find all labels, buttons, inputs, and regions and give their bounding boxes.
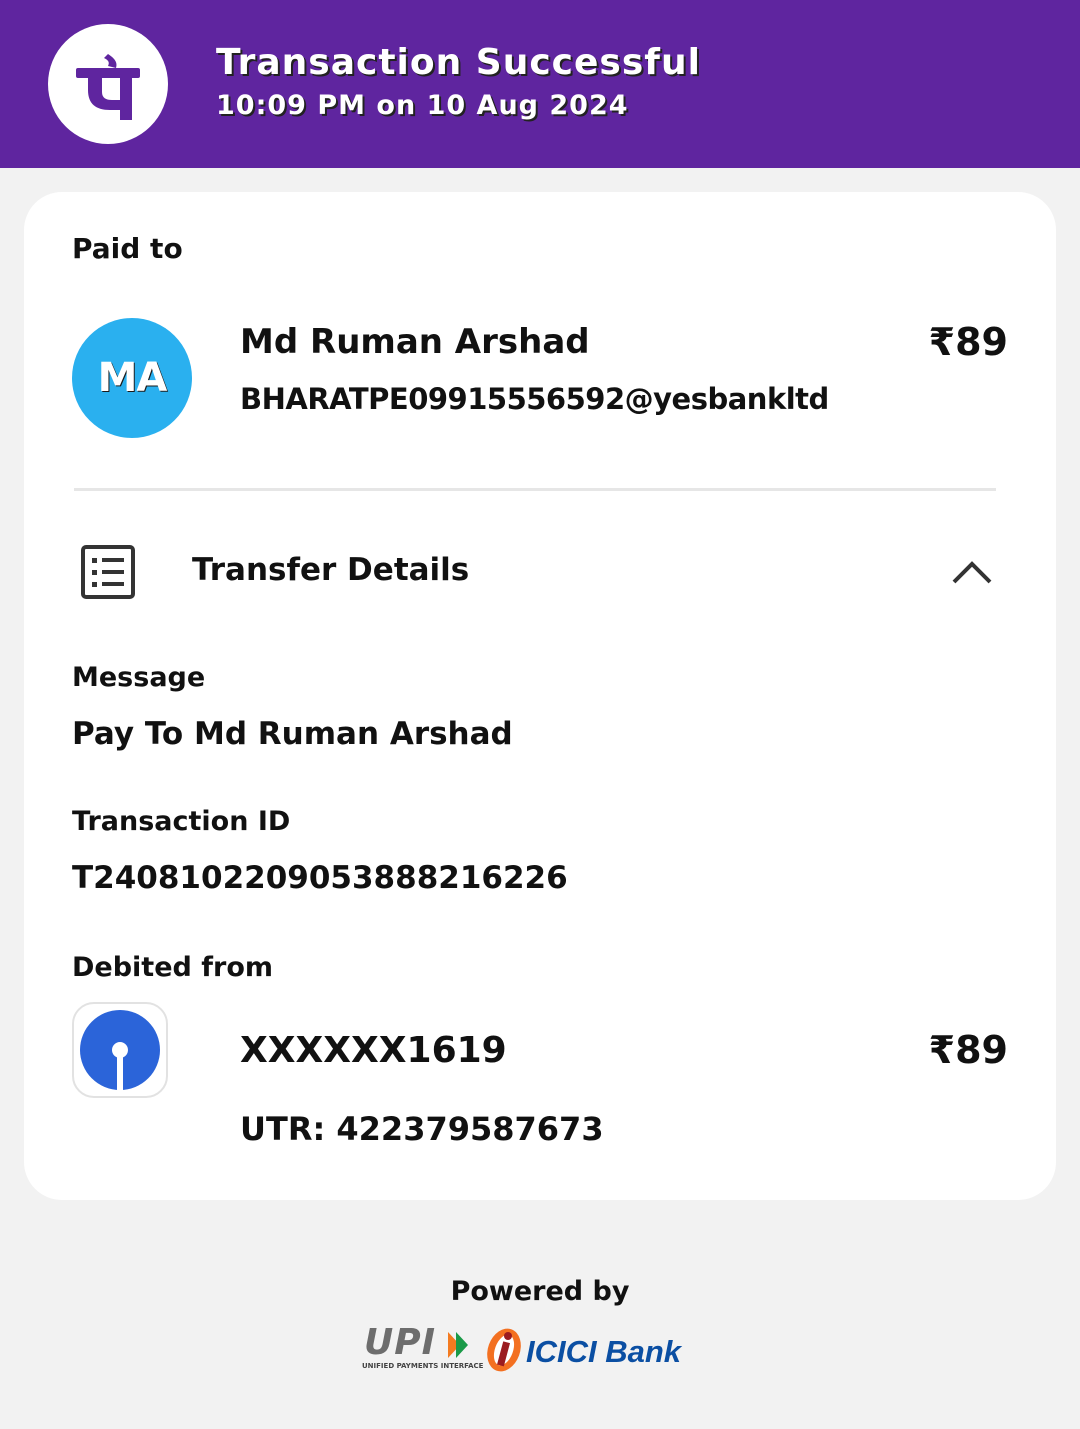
chevron-up-icon[interactable] (950, 556, 994, 586)
debit-account-number: XXXXXX1619 (240, 1030, 507, 1071)
message-label: Message (72, 662, 206, 693)
debited-from-label: Debited from (72, 952, 273, 983)
powered-by-label: Powered by (450, 1276, 630, 1307)
debit-amount: ₹89 (928, 1028, 1008, 1072)
transfer-details-title[interactable]: Transfer Details (192, 552, 469, 588)
upi-arrow-icon (448, 1332, 468, 1358)
transaction-id-label: Transaction ID (72, 806, 291, 837)
header-bar: Transaction Successful 10:09 PM on 10 Au… (0, 0, 1080, 168)
payee-name: Md Ruman Arshad (240, 322, 590, 362)
upi-logo-subtext: UNIFIED PAYMENTS INTERFACE (362, 1362, 484, 1370)
divider (74, 488, 996, 491)
icici-bank-name: ICICI Bank (526, 1334, 682, 1369)
message-value: Pay To Md Ruman Arshad (72, 716, 513, 752)
receipt-list-icon (81, 545, 135, 599)
transaction-card: Paid to MA Md Ruman Arshad BHARATPE09915… (24, 192, 1056, 1200)
icici-logo-icon (487, 1328, 521, 1372)
transaction-timestamp: 10:09 PM on 10 Aug 2024 (216, 90, 629, 121)
partner-logos: UPI UNIFIED PAYMENTS INTERFACE ICICI Ban… (360, 1322, 720, 1382)
payee-upi-id: BHARATPE09915556592@yesbankltd (240, 382, 829, 416)
upi-logo-text: UPI (364, 1322, 437, 1363)
paid-to-label: Paid to (72, 232, 183, 265)
upi-logo: UPI UNIFIED PAYMENTS INTERFACE (360, 1322, 483, 1372)
phonepe-logo-icon (48, 24, 168, 144)
sbi-bank-logo-icon (72, 1002, 168, 1098)
utr-number[interactable]: UTR: 422379587673 (240, 1110, 604, 1148)
payee-avatar[interactable]: MA (72, 318, 192, 438)
transaction-status-title: Transaction Successful (216, 42, 701, 83)
paid-amount: ₹89 (928, 320, 1008, 364)
transaction-id-value[interactable]: T2408102209053888216226 (72, 860, 568, 896)
